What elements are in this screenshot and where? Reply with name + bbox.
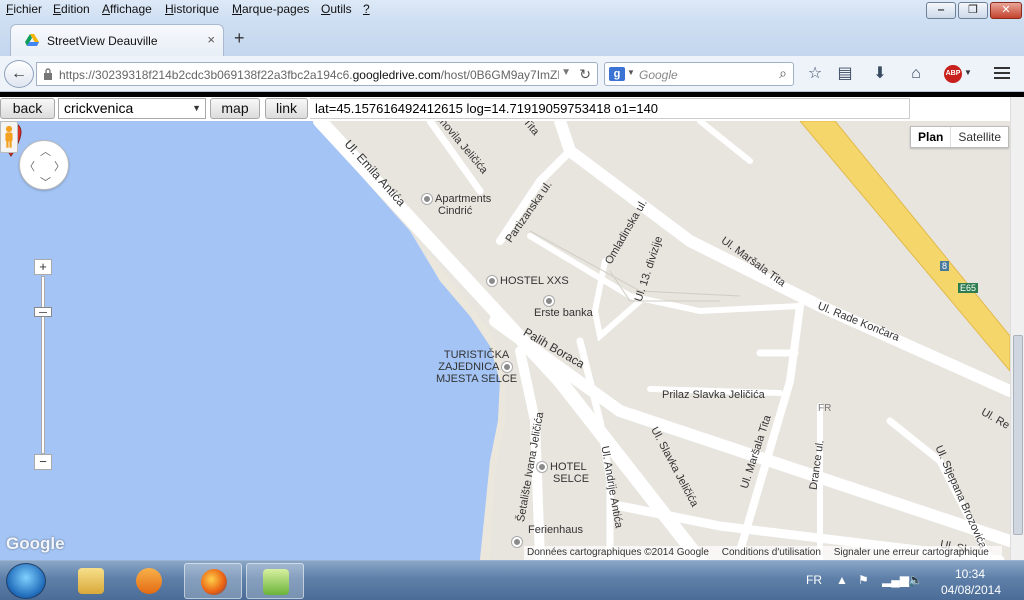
info-icon bbox=[501, 362, 512, 373]
search-bar[interactable]: g ▼ Google ⌕ bbox=[604, 62, 794, 86]
adblock-icon[interactable]: ABP bbox=[944, 65, 962, 83]
scrollbar-thumb[interactable] bbox=[1013, 335, 1023, 535]
link-button[interactable]: link bbox=[265, 98, 308, 119]
volume-icon[interactable]: 🔈 bbox=[908, 573, 923, 587]
pan-right-icon[interactable]: 〉 bbox=[54, 158, 65, 174]
chevron-down-icon: ▼ bbox=[192, 103, 201, 113]
menu-affichage[interactable]: Affichage bbox=[102, 2, 152, 16]
tab-close-icon[interactable]: × bbox=[207, 32, 215, 47]
city-select-value: crickvenica bbox=[64, 100, 134, 116]
action-center-flag-icon[interactable]: ⚑ bbox=[858, 573, 869, 587]
satellite-button[interactable]: Satellite bbox=[951, 127, 1008, 147]
report-error-link[interactable]: Signaler une erreur cartographique bbox=[834, 547, 989, 558]
google-drive-icon bbox=[25, 34, 39, 46]
taskbar: FR ▲ ⚑ ▂▄▆ 🔈 10:34 04/08/2014 bbox=[0, 560, 1024, 600]
maximize-button[interactable]: ❐ bbox=[958, 2, 988, 19]
map-drawing bbox=[0, 121, 1010, 560]
bed-icon bbox=[537, 462, 547, 473]
network-icon[interactable]: ▂▄▆ bbox=[882, 573, 909, 587]
map-footer: Données cartographiques ©2014 Google Con… bbox=[524, 546, 1002, 560]
search-engine-dropdown-icon[interactable]: ▼ bbox=[627, 68, 635, 77]
home-icon[interactable]: ⌂ bbox=[906, 64, 926, 84]
zoom-out-button[interactable]: − bbox=[34, 454, 52, 470]
url-dropdown-icon[interactable]: ▼ bbox=[561, 67, 571, 78]
street-label-prilaz: Prilaz Slavka Jeličića bbox=[662, 389, 765, 401]
screen: Fichier Edition Affichage Historique Mar… bbox=[0, 0, 1024, 600]
adblock-dropdown-icon[interactable]: ▼ bbox=[964, 68, 972, 77]
poi-erste-banka[interactable]: Erste banka bbox=[534, 295, 593, 319]
menu-outils[interactable]: Outils bbox=[321, 2, 352, 16]
tab-strip: StreetView Deauville × + bbox=[0, 20, 1024, 56]
browser-back-button[interactable]: ← bbox=[4, 60, 34, 88]
menu-fichier[interactable]: Fichier bbox=[6, 2, 42, 16]
map-type-control: Plan Satellite bbox=[910, 126, 1010, 148]
highway-e65 bbox=[799, 121, 1010, 372]
explorer-icon[interactable] bbox=[62, 563, 120, 599]
menu-edition[interactable]: Edition bbox=[53, 2, 90, 16]
coordinates-display: lat=45.157616492412615 log=14.7191905975… bbox=[310, 98, 910, 119]
language-indicator[interactable]: FR bbox=[806, 573, 822, 587]
pan-left-icon[interactable]: 〈 bbox=[24, 158, 35, 174]
poi-ferienhaus[interactable]: Ferienhaus bbox=[512, 524, 583, 548]
poi-turisticka-zajednica[interactable]: TURISTIČKA ZAJEDNICA MJESTA SELCE bbox=[436, 349, 517, 385]
pegman-icon[interactable] bbox=[0, 121, 18, 153]
map-data-credit: Données cartographiques ©2014 Google bbox=[527, 547, 709, 558]
start-button[interactable] bbox=[6, 563, 46, 599]
page-scrollbar[interactable] bbox=[1010, 97, 1024, 560]
poi-marker-icon bbox=[422, 194, 432, 205]
url-text: https://30239318f214b2cdc3b069138f22a3fb… bbox=[59, 68, 559, 82]
poi-hotel-selce[interactable]: HOTEL SELCE bbox=[537, 461, 589, 485]
terms-link[interactable]: Conditions d'utilisation bbox=[722, 547, 821, 558]
plan-button[interactable]: Plan bbox=[911, 127, 952, 147]
zoom-slider-track[interactable] bbox=[41, 276, 45, 454]
app-toolbar: back crickvenica ▼ map link lat=45.157616… bbox=[0, 97, 1024, 121]
bank-icon bbox=[544, 296, 554, 307]
search-input[interactable]: Google bbox=[639, 68, 678, 82]
map-button[interactable]: map bbox=[210, 98, 260, 119]
notepad-plus-icon[interactable] bbox=[246, 563, 304, 599]
menu-bar: Fichier Edition Affichage Historique Mar… bbox=[0, 0, 1024, 20]
tab-streetview[interactable]: StreetView Deauville × bbox=[10, 24, 224, 56]
google-logo: Google bbox=[6, 534, 65, 553]
url-bar[interactable]: https://30239318f214b2cdc3b069138f22a3fb… bbox=[36, 62, 598, 86]
pan-control[interactable]: ︿ ﹀ 〈 〉 bbox=[19, 140, 69, 190]
search-icon[interactable]: ⌕ bbox=[779, 65, 787, 82]
menu-historique[interactable]: Historique bbox=[165, 2, 219, 16]
firefox-icon[interactable] bbox=[184, 563, 242, 599]
google-search-engine-icon[interactable]: g bbox=[609, 67, 625, 81]
poi-hostel-xxs[interactable]: HOSTEL XXS bbox=[487, 275, 569, 287]
back-button[interactable]: back bbox=[0, 98, 55, 119]
media-player-icon[interactable] bbox=[120, 563, 178, 599]
close-window-button[interactable]: ✕ bbox=[990, 2, 1022, 19]
pan-down-icon[interactable]: ﹀ bbox=[40, 174, 51, 190]
navigation-bar: ← https://30239318f214b2cdc3b069138f22a3… bbox=[0, 56, 1024, 92]
menu-marque-pages[interactable]: Marque-pages bbox=[232, 2, 309, 16]
pan-up-icon[interactable]: ︿ bbox=[40, 143, 51, 159]
road-shield-e65: E65 bbox=[958, 283, 979, 293]
download-icon[interactable]: ⬇ bbox=[870, 64, 890, 84]
road-shield-8: 8 bbox=[940, 261, 950, 271]
tab-title: StreetView Deauville bbox=[47, 34, 158, 48]
clock-time[interactable]: 10:34 bbox=[950, 567, 990, 581]
minimize-button[interactable]: ‒ bbox=[926, 2, 956, 19]
poi-apartments-cindric[interactable]: Apartments Cindrić bbox=[422, 193, 491, 217]
bookmarks-list-icon[interactable]: ▤ bbox=[835, 64, 855, 84]
map-canvas[interactable]: Ul. Emila Antića Mihovila Jeličića Parti… bbox=[0, 121, 1010, 560]
city-select[interactable]: crickvenica ▼ bbox=[58, 98, 206, 119]
clock-date[interactable]: 04/08/2014 bbox=[936, 583, 1006, 597]
lock-icon bbox=[44, 68, 52, 80]
reload-icon[interactable]: ↻ bbox=[579, 66, 591, 83]
sea-area bbox=[0, 121, 500, 560]
show-hidden-icons-icon[interactable]: ▲ bbox=[836, 573, 848, 587]
menu-icon[interactable] bbox=[994, 67, 1010, 81]
poi-marker-icon bbox=[512, 537, 522, 548]
zoom-slider-thumb[interactable] bbox=[34, 307, 52, 317]
zoom-in-button[interactable]: + bbox=[34, 259, 52, 275]
bed-icon bbox=[487, 276, 497, 287]
street-label-fr: FR bbox=[818, 403, 832, 414]
new-tab-button[interactable]: + bbox=[234, 28, 245, 49]
star-icon[interactable]: ☆ bbox=[805, 64, 825, 84]
menu-help[interactable]: ? bbox=[363, 2, 370, 16]
